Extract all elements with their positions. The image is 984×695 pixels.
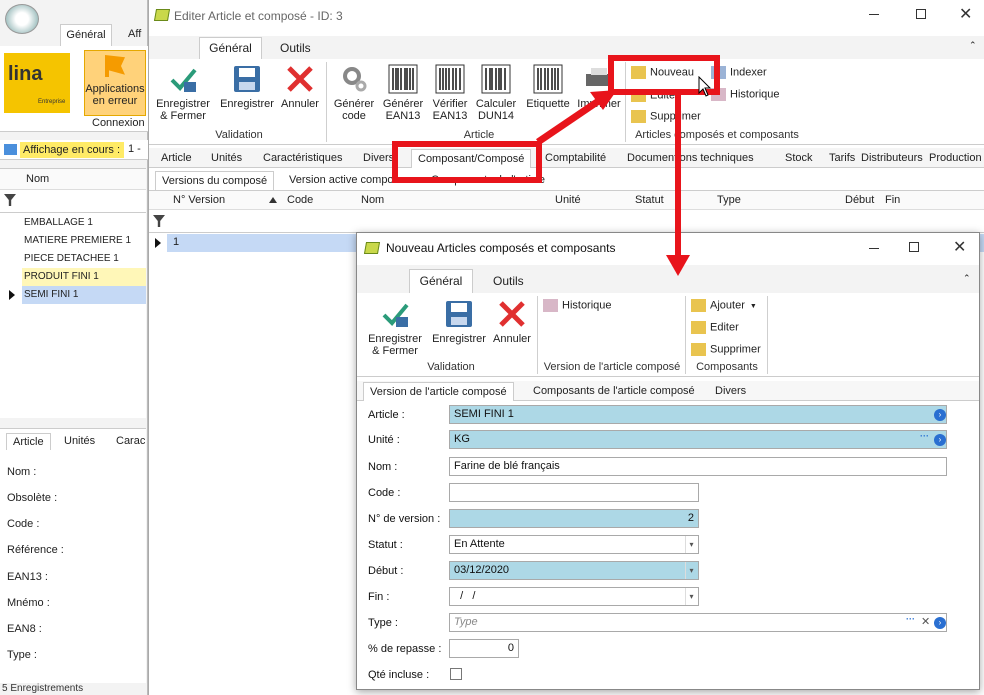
mouse-cursor-icon	[698, 76, 712, 97]
annotation-arrows	[536, 90, 690, 276]
